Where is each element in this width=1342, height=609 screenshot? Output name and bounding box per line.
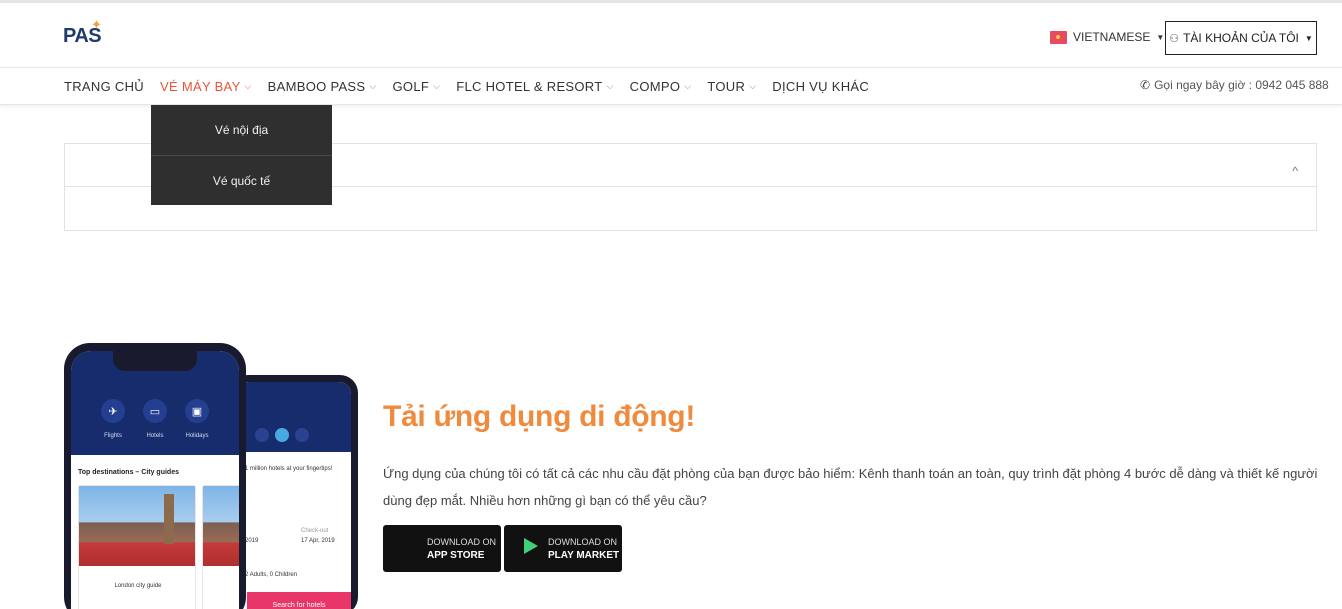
store-line2: PLAY MARKET xyxy=(548,549,620,561)
logo[interactable]: PAS ✦ xyxy=(63,17,107,49)
chevron-down-icon: ⌵ xyxy=(749,80,757,91)
nav-item-trang-chu[interactable]: TRANG CHỦ xyxy=(64,79,144,94)
big-ben-tower xyxy=(164,494,174,544)
nav-item-ve-may-bay[interactable]: VÉ MÁY BAY ⌵ xyxy=(160,79,252,94)
dropdown-item-ve-quoc-te[interactable]: Vé quốc tế xyxy=(151,155,332,205)
store-line1: DOWNLOAD ON xyxy=(548,536,618,547)
chevron-up-icon[interactable]: ^ xyxy=(1292,164,1298,178)
user-icon: ⚇ xyxy=(1169,32,1180,45)
chevron-down-icon: ⌵ xyxy=(244,80,252,91)
phone-topbar: ✈ ▭ ▣ Flights Hotels Holidays xyxy=(71,351,239,455)
phone-icon-label: Holidays xyxy=(185,433,209,439)
phone-notch xyxy=(113,351,197,371)
nav-item-flc-hotel-resort[interactable]: FLC HOTEL & RESORT ⌵ xyxy=(456,79,613,94)
nav-label: FLC HOTEL & RESORT xyxy=(456,78,603,94)
chevron-down-icon: ⌵ xyxy=(433,80,441,91)
store-text: DOWNLOAD ON APP STORE xyxy=(427,536,496,562)
suitcase-icon: ▣ xyxy=(185,399,209,423)
nav-label: VÉ MÁY BAY xyxy=(159,78,241,94)
phone-date-out: 17 Apr, 2019 xyxy=(301,538,335,544)
nav-label: BAMBOO PASS xyxy=(267,78,366,94)
nav-label: TOUR xyxy=(707,78,746,94)
nav-item-dich-vu-khac[interactable]: DỊCH VỤ KHÁC xyxy=(772,79,869,94)
ve-may-bay-dropdown: Vé nội địa Vé quốc tế xyxy=(151,105,332,205)
phone-mockup-back: 1 million hotels at your fingertips! 201… xyxy=(230,375,358,609)
phone-screen: 1 million hotels at your fingertips! 201… xyxy=(237,382,351,609)
bed-icon: ▭ xyxy=(143,399,167,423)
phone-city-card xyxy=(202,485,239,609)
phone-search-button: Search for hotels xyxy=(247,592,351,609)
hotel-icon xyxy=(275,428,289,442)
phone-guests: 2 Adults, 0 Children xyxy=(245,572,298,578)
nav-label: GOLF xyxy=(392,78,430,94)
chevron-down-icon: ⌵ xyxy=(606,80,614,91)
holiday-icon xyxy=(295,428,309,442)
london-image xyxy=(79,486,195,566)
hotline[interactable]: ✆ Gọi ngay bây giờ : 0942 045 888 xyxy=(1140,78,1329,92)
nav-item-compo[interactable]: COMPO ⌵ xyxy=(630,79,692,94)
nav-item-tour[interactable]: TOUR ⌵ xyxy=(707,79,756,94)
vietnam-flag-icon xyxy=(1050,30,1067,44)
nav-item-golf[interactable]: GOLF ⌵ xyxy=(393,79,441,94)
phone-topbar xyxy=(237,382,351,452)
plane-icon: ✈ xyxy=(101,399,125,423)
phone-icon: ✆ xyxy=(1140,78,1151,92)
caret-down-icon: ▼ xyxy=(1304,33,1313,43)
city-image xyxy=(203,486,239,566)
nav-item-bamboo-pass[interactable]: BAMBOO PASS ⌵ xyxy=(268,79,377,94)
phone-mockup-front: ✈ ▭ ▣ Flights Hotels Holidays Top destin… xyxy=(64,343,246,609)
phone-date-in: 2019 xyxy=(245,538,259,544)
account-label: TÀI KHOẢN CỦA TÔI xyxy=(1183,31,1299,45)
language-label: VIETNAMESE xyxy=(1073,30,1151,44)
chevron-down-icon: ⌵ xyxy=(684,80,692,91)
account-button[interactable]: ⚇ TÀI KHOẢN CỦA TÔI ▼ xyxy=(1165,21,1317,55)
phone-checkout-label: Check-out xyxy=(301,528,329,534)
phone-screen: ✈ ▭ ▣ Flights Hotels Holidays Top destin… xyxy=(71,351,239,609)
store-text: DOWNLOAD ON PLAY MARKET xyxy=(548,536,619,562)
caret-down-icon: ▼ xyxy=(1156,32,1165,42)
dropdown-item-ve-noi-dia[interactable]: Vé nội địa xyxy=(151,105,332,155)
nav-list: TRANG CHỦ VÉ MÁY BAY ⌵ BAMBOO PASS ⌵ GOL… xyxy=(64,68,885,104)
site-header: PAS ✦ VIETNAMESE ▼ ⚇ TÀI KHOẢN CỦA TÔI ▼ xyxy=(0,3,1342,67)
phone-card-caption: London city guide xyxy=(114,583,162,589)
hotline-text: Gọi ngay bây giờ : 0942 045 888 xyxy=(1154,78,1329,92)
nav-label: COMPO xyxy=(629,78,681,94)
app-section-description: Ứng dụng của chúng tôi có tất cả các nhu… xyxy=(383,466,1318,508)
plane-icon xyxy=(255,428,269,442)
chevron-down-icon: ⌵ xyxy=(369,80,377,91)
star-icon: ✦ xyxy=(91,17,102,32)
phone-heading: Top destinations – City guides xyxy=(78,469,179,476)
phone-icon-label: Flights xyxy=(104,433,122,439)
phone-icon-label: Hotels xyxy=(146,433,164,439)
main-nav: TRANG CHỦ VÉ MÁY BAY ⌵ BAMBOO PASS ⌵ GOL… xyxy=(0,67,1342,105)
app-section-title: Tải ứng dụng di động! xyxy=(383,400,696,433)
nav-label: TRANG CHỦ xyxy=(64,78,144,94)
store-line1: DOWNLOAD ON xyxy=(427,536,497,547)
play-market-button[interactable]: DOWNLOAD ON PLAY MARKET xyxy=(504,525,622,572)
phone-city-card: London city guide xyxy=(78,485,196,609)
google-play-icon xyxy=(520,538,542,559)
language-selector[interactable]: VIETNAMESE ▼ xyxy=(1050,28,1164,46)
store-line2: APP STORE xyxy=(427,549,485,561)
nav-label: DỊCH VỤ KHÁC xyxy=(772,78,870,94)
phone-tagline: 1 million hotels at your fingertips! xyxy=(245,466,333,472)
app-store-button[interactable]: DOWNLOAD ON APP STORE xyxy=(383,525,501,572)
